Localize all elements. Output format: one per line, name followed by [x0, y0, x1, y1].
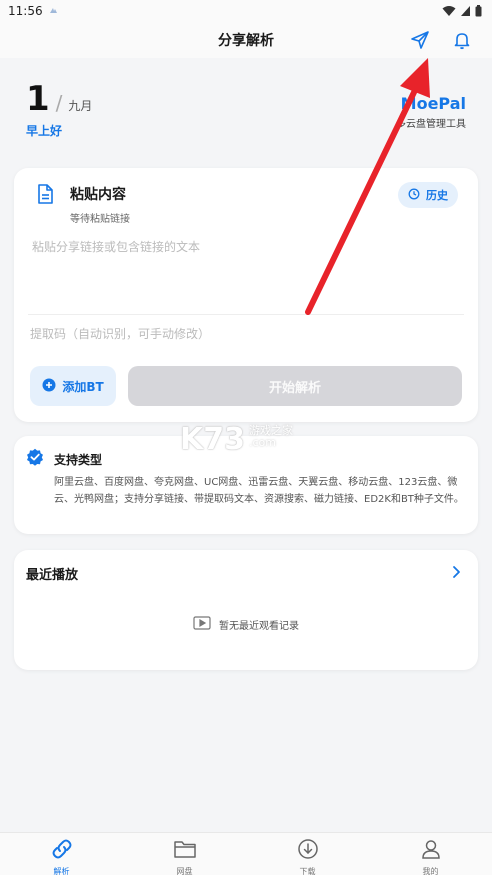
nav-item-profile[interactable]: 我的 [369, 833, 492, 875]
recent-empty-state: 暂无最近观看记录 [14, 616, 478, 633]
support-header: 支持类型 [26, 448, 102, 470]
header-actions [408, 28, 474, 52]
paste-title-group: 粘贴内容 等待粘贴链接 [70, 182, 130, 225]
month-label: 九月 [68, 99, 93, 113]
page-title: 分享解析 [218, 33, 274, 49]
day-number: 1 [26, 79, 50, 119]
recent-empty-text: 暂无最近观看记录 [219, 621, 299, 632]
download-icon [297, 838, 319, 864]
nav-item-download[interactable]: 下载 [246, 833, 369, 875]
status-left: 11:56 [8, 4, 58, 18]
link-input[interactable]: 粘贴分享链接或包含链接的文本 [30, 232, 462, 314]
brand-name: MoePal [400, 94, 466, 113]
extract-code-input[interactable]: 提取码（自动识别，可手动修改） [28, 314, 464, 352]
paste-title: 粘贴内容 [70, 187, 126, 203]
send-icon[interactable] [408, 28, 432, 52]
play-icon [193, 616, 211, 633]
plus-circle-icon [42, 378, 56, 395]
support-description: 阿里云盘、百度网盘、夸克网盘、UC网盘、迅雷云盘、天翼云盘、移动云盘、123云盘… [54, 477, 464, 505]
nav-item-parse[interactable]: 解析 [0, 833, 123, 875]
greeting: 早上好 [26, 124, 63, 138]
status-time: 11:56 [8, 4, 43, 18]
add-bt-label: 添加BT [62, 379, 104, 394]
nav-label-download: 下载 [299, 867, 316, 875]
bottom-nav: 解析 网盘 下载 我的 [0, 832, 492, 875]
support-title: 支持类型 [54, 452, 103, 467]
verified-badge-icon [26, 448, 44, 470]
history-label: 历史 [426, 189, 448, 202]
date-block: 1 / 九月 早上好 [26, 80, 92, 139]
clock-icon [408, 188, 420, 203]
link-icon [51, 838, 73, 864]
brand-block: MoePal 多云盘管理工具 [396, 94, 466, 130]
bell-icon[interactable] [450, 28, 474, 52]
history-button[interactable]: 历史 [398, 182, 458, 208]
brand-tagline: 多云盘管理工具 [396, 119, 466, 130]
notification-icon [49, 4, 58, 18]
app-header: 分享解析 [0, 22, 492, 58]
user-icon [420, 838, 442, 864]
paste-subtitle: 等待粘贴链接 [70, 214, 130, 225]
status-bar: 11:56 [0, 0, 492, 22]
paste-card: 粘贴内容 等待粘贴链接 历史 粘贴分享链接或包含链接的文本 提取码（自动识别，可… [14, 168, 478, 422]
signal-icon [460, 5, 471, 17]
nav-label-drive: 网盘 [176, 867, 193, 875]
folder-icon [173, 838, 197, 864]
support-card: 支持类型 阿里云盘、百度网盘、夸克网盘、UC网盘、迅雷云盘、天翼云盘、移动云盘、… [14, 436, 478, 534]
status-right [442, 5, 482, 17]
nav-label-parse: 解析 [53, 867, 70, 875]
nav-item-drive[interactable]: 网盘 [123, 833, 246, 875]
battery-icon [475, 5, 482, 17]
nav-label-profile: 我的 [422, 867, 439, 875]
date-row: 1 / 九月 [26, 80, 92, 118]
paste-header: 粘贴内容 等待粘贴链接 [34, 182, 130, 225]
document-icon [34, 182, 56, 210]
recent-card: 最近播放 暂无最近观看记录 [14, 550, 478, 670]
date-separator: / [55, 91, 63, 115]
start-parse-button[interactable]: 开始解析 [128, 366, 462, 406]
wifi-icon [442, 5, 456, 17]
chevron-right-icon[interactable] [448, 564, 464, 580]
recent-title: 最近播放 [26, 568, 79, 583]
add-bt-button[interactable]: 添加BT [30, 366, 116, 406]
